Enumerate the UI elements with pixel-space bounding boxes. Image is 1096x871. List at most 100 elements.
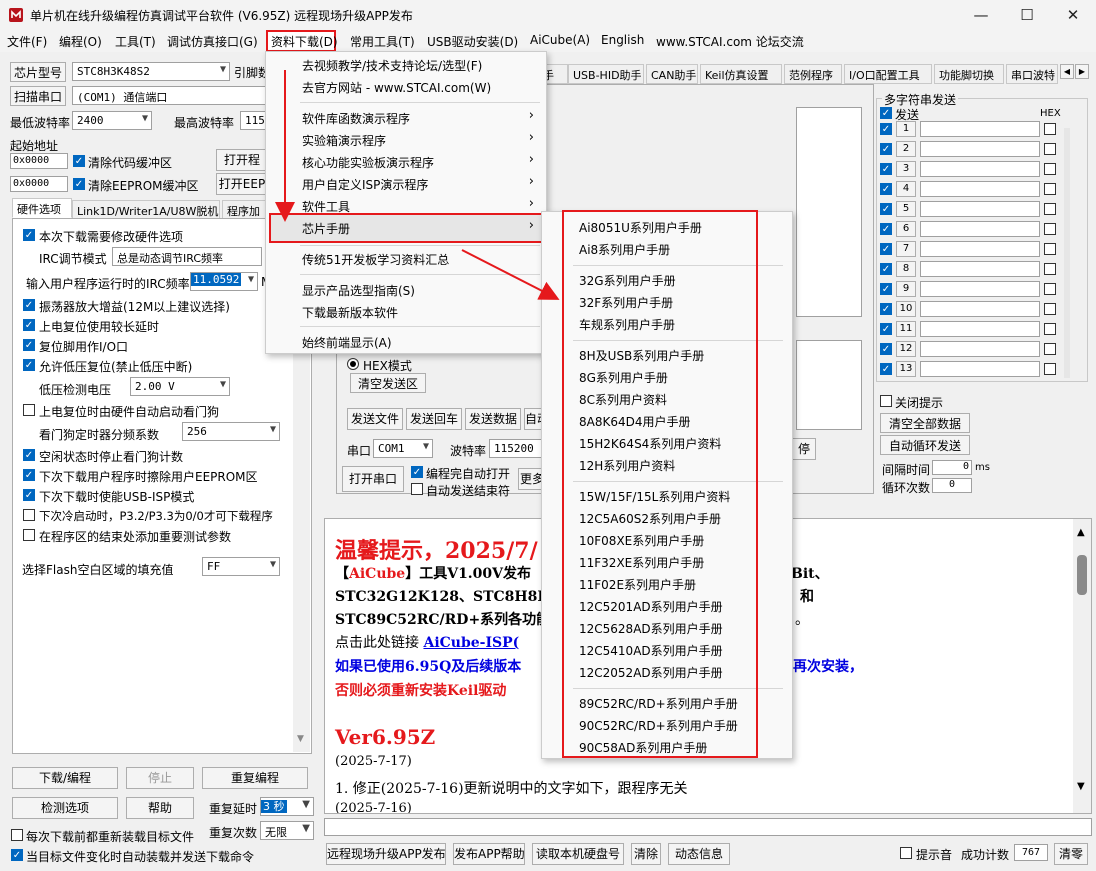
tab-offline[interactable]: Link1D/Writer1A/U8W脱机 <box>72 200 220 220</box>
maximize-button[interactable]: ☐ <box>1004 0 1050 30</box>
auto-open-checkbox[interactable]: ✓ <box>411 466 423 478</box>
multi-row-send-button[interactable]: 13 <box>896 361 916 377</box>
hex-mode-radio[interactable] <box>347 358 359 370</box>
menu-item-core-board-demos[interactable]: 核心功能实验板演示程序 <box>302 154 434 171</box>
multi-row-checkbox[interactable]: ✓ <box>880 243 892 255</box>
serial-port-select[interactable]: COM1 ▼ <box>373 439 433 458</box>
repeat-program-button[interactable]: 重复编程 <box>202 767 308 789</box>
multi-row-hex-checkbox[interactable] <box>1044 223 1056 235</box>
tab-can[interactable]: CAN助手 <box>646 64 698 84</box>
send-enter-button[interactable]: 发送回车 <box>406 408 462 430</box>
multi-row-input[interactable] <box>920 341 1040 357</box>
multi-row-hex-checkbox[interactable] <box>1044 363 1056 375</box>
menu-item-lab-box-demos[interactable]: 实验箱演示程序 <box>302 132 386 149</box>
baud-select[interactable]: 115200 <box>489 439 545 458</box>
multi-row-input[interactable] <box>920 181 1040 197</box>
auto-loop-button[interactable]: 自动循环发送 <box>880 435 970 455</box>
clear-eeprom-checkbox[interactable]: ✓ <box>73 178 85 190</box>
multi-row-hex-checkbox[interactable] <box>1044 203 1056 215</box>
help-button[interactable]: 帮助 <box>126 797 194 819</box>
option-checkbox-8[interactable] <box>23 509 35 521</box>
send-data-button[interactable]: 发送数据 <box>465 408 521 430</box>
port-select[interactable]: (COM1) 通信端口 <box>72 86 268 105</box>
repeat-delay-select[interactable]: 3 秒 ▼ <box>260 797 314 816</box>
multi-row-send-button[interactable]: 7 <box>896 241 916 257</box>
menu-item-library-demos[interactable]: 软件库函数演示程序 <box>302 110 410 127</box>
option-checkbox-5[interactable]: ✓ <box>23 449 35 461</box>
multi-row-input[interactable] <box>920 241 1040 257</box>
code-address-input[interactable]: 0x0000 <box>10 153 68 169</box>
reset-count-button[interactable]: 清零 <box>1054 843 1088 865</box>
download-button[interactable]: 下载/编程 <box>12 767 118 789</box>
multi-row-hex-checkbox[interactable] <box>1044 283 1056 295</box>
multi-row-checkbox[interactable]: ✓ <box>880 363 892 375</box>
multi-row-input[interactable] <box>920 321 1040 337</box>
auto-load-checkbox[interactable]: ✓ <box>11 849 23 861</box>
multi-row-input[interactable] <box>920 141 1040 157</box>
tab-baud[interactable]: 串口波特 <box>1006 64 1058 84</box>
min-baud-select[interactable]: 2400 ▼ <box>72 111 152 130</box>
multi-row-input[interactable] <box>920 261 1040 277</box>
open-program-button[interactable]: 打开程 <box>216 149 268 171</box>
open-eeprom-button[interactable]: 打开EEP <box>216 173 268 195</box>
tab-io-config[interactable]: I/O口配置工具 <box>844 64 932 84</box>
clear-send-button[interactable]: 清空发送区 <box>350 373 426 393</box>
menu-item-custom-isp-demos[interactable]: 用户自定义ISP演示程序 <box>302 176 428 193</box>
low-voltage-select[interactable]: 2.00 V ▼ <box>130 377 230 396</box>
clear-button[interactable]: 清除 <box>631 843 661 865</box>
multi-row-hex-checkbox[interactable] <box>1044 243 1056 255</box>
multi-row-send-button[interactable]: 2 <box>896 141 916 157</box>
multi-row-hex-checkbox[interactable] <box>1044 163 1056 175</box>
option-checkbox-7[interactable]: ✓ <box>23 489 35 501</box>
menu-program[interactable]: 编程(O) <box>59 33 102 50</box>
option-checkbox-1[interactable]: ✓ <box>23 319 35 331</box>
multi-row-checkbox[interactable]: ✓ <box>880 203 892 215</box>
tab-keil[interactable]: Keil仿真设置 <box>700 64 782 84</box>
multi-row-input[interactable] <box>920 281 1040 297</box>
auto-send-end-checkbox[interactable] <box>411 483 423 495</box>
send-file-button[interactable]: 发送文件 <box>347 408 403 430</box>
clear-code-checkbox[interactable]: ✓ <box>73 155 85 167</box>
clear-all-button[interactable]: 清空全部数据 <box>880 413 970 433</box>
option-checkbox-2[interactable]: ✓ <box>23 339 35 351</box>
tab-scroll-left-icon[interactable]: ◀ <box>1060 64 1074 79</box>
multi-row-send-button[interactable]: 12 <box>896 341 916 357</box>
option-checkbox-0[interactable]: ✓ <box>23 229 35 241</box>
tab-usb-hid[interactable]: USB-HID助手 <box>568 64 644 84</box>
send-all-checkbox[interactable]: ✓ <box>880 107 892 119</box>
menu-item-download-latest[interactable]: 下载最新版本软件 <box>302 304 398 321</box>
multi-row-send-button[interactable]: 5 <box>896 201 916 217</box>
menu-file[interactable]: 文件(F) <box>7 33 47 50</box>
multi-row-send-button[interactable]: 10 <box>896 301 916 317</box>
menu-item-selection-guide[interactable]: 显示产品选型指南(S) <box>302 282 415 299</box>
multi-row-input[interactable] <box>920 221 1040 237</box>
multi-row-hex-checkbox[interactable] <box>1044 323 1056 335</box>
menu-tools[interactable]: 工具(T) <box>115 33 156 50</box>
multi-row-checkbox[interactable]: ✓ <box>880 323 892 335</box>
option-checkbox-9[interactable] <box>23 529 35 541</box>
multi-row-hex-checkbox[interactable] <box>1044 183 1056 195</box>
multi-row-checkbox[interactable]: ✓ <box>880 283 892 295</box>
tab-hardware-options[interactable]: 硬件选项 <box>12 198 72 218</box>
flash-fill-select[interactable]: FF ▼ <box>202 557 280 576</box>
dynamic-info-button[interactable]: 动态信息 <box>668 843 730 865</box>
publish-help-button[interactable]: 发布APP帮助 <box>453 843 525 865</box>
multi-row-checkbox[interactable]: ✓ <box>880 303 892 315</box>
multi-row-hex-checkbox[interactable] <box>1044 263 1056 275</box>
amp-gain-checkbox[interactable]: ✓ <box>23 299 35 311</box>
multi-row-hex-checkbox[interactable] <box>1044 343 1056 355</box>
menu-forum[interactable]: www.STCAI.com 论坛交流 <box>656 33 804 50</box>
irc-freq-select[interactable]: 11.0592 ▼ <box>190 272 258 291</box>
menu-usb-driver[interactable]: USB驱动安装(D) <box>427 33 518 50</box>
option-checkbox-4[interactable] <box>23 404 35 416</box>
tab-program-encrypt[interactable]: 程序加 <box>222 200 268 220</box>
multi-scrollbar[interactable] <box>1064 128 1070 378</box>
menu-item-always-on-top[interactable]: 始终前端显示(A) <box>302 334 392 351</box>
multi-row-send-button[interactable]: 6 <box>896 221 916 237</box>
tab-examples[interactable]: 范例程序 <box>784 64 842 84</box>
multi-row-send-button[interactable]: 11 <box>896 321 916 337</box>
menu-common-tools[interactable]: 常用工具(T) <box>350 33 415 50</box>
news-scroll-thumb[interactable] <box>1077 555 1087 595</box>
aicube-isp-link[interactable]: AiCube-ISP( <box>423 635 519 651</box>
multi-row-checkbox[interactable]: ✓ <box>880 143 892 155</box>
